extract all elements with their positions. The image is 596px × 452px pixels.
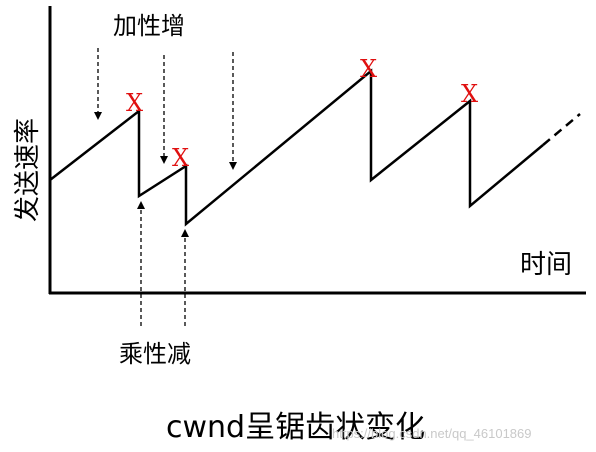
loss-marker-4: X [461,80,478,108]
multiplicative-decrease-label: 乘性减 [119,340,191,368]
loss-marker-2: X [172,144,189,172]
cwnd-continuation-dashed [542,113,581,146]
watermark: https://blog.csdn.net/qq_46101869 [332,426,532,441]
additive-increase-label: 加性增 [113,12,185,40]
y-axis-label: 发送速率 [13,118,43,222]
x-axis-label: 时间 [520,250,572,280]
loss-marker-1: X [126,89,143,117]
loss-marker-3: X [360,55,377,83]
cwnd-sawtooth-diagram: X X X X 加性增 乘性减 时间 发送速率 cwnd呈锯齿状变化 https… [13,6,586,445]
